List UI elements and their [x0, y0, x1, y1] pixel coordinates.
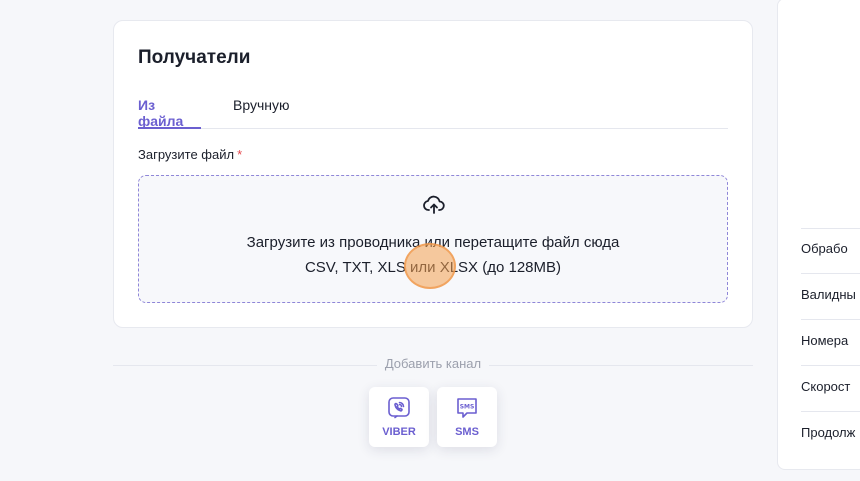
- dropzone-formats: CSV, TXT, XLS или XLSX (до 128MB): [304, 259, 562, 276]
- side-item-valid: Валидны: [801, 287, 856, 302]
- add-viber-button[interactable]: VIBER: [369, 387, 429, 447]
- sms-label: SMS: [455, 426, 479, 438]
- recipients-card: Получатели Из файла Вручную Загрузите фа…: [113, 20, 753, 328]
- upload-field-label: Загрузите файл *: [138, 147, 242, 162]
- side-divider: [801, 365, 860, 366]
- side-divider: [801, 228, 860, 229]
- tab-manual[interactable]: Вручную: [233, 97, 290, 129]
- side-item-processed: Обрабо: [801, 241, 848, 256]
- stats-side-panel: Обрабо Валидны Номера Скорост Продолж: [777, 0, 860, 470]
- side-divider: [801, 411, 860, 412]
- recipients-tabs: Из файла Вручную: [138, 95, 728, 129]
- add-sms-button[interactable]: SMS SMS: [437, 387, 497, 447]
- file-dropzone[interactable]: Загрузите из проводника или перетащите ф…: [138, 175, 728, 303]
- cloud-upload-icon: [423, 195, 445, 214]
- sms-icon: SMS: [457, 398, 477, 418]
- side-divider: [801, 319, 860, 320]
- side-item-duration: Продолж: [801, 425, 856, 440]
- side-item-numbers: Номера: [801, 333, 849, 348]
- dropzone-instruction: Загрузите из проводника или перетащите ф…: [246, 234, 620, 251]
- viber-icon: [388, 397, 410, 419]
- tab-from-file[interactable]: Из файла: [138, 97, 201, 129]
- side-item-speed: Скорост: [801, 379, 851, 394]
- side-divider: [801, 273, 860, 274]
- required-asterisk: *: [237, 147, 243, 162]
- upload-label-text: Загрузите файл: [138, 147, 235, 162]
- add-channel-label: Добавить канал: [113, 356, 753, 371]
- viber-label: VIBER: [382, 426, 416, 438]
- recipients-title: Получатели: [138, 47, 251, 68]
- add-channel-text: Добавить канал: [376, 356, 490, 371]
- svg-text:SMS: SMS: [460, 404, 475, 411]
